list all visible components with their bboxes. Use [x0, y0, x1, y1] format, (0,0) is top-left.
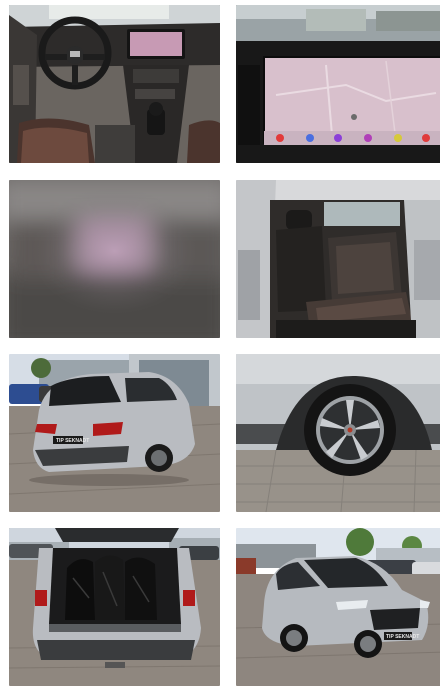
- photo-infotainment-screen[interactable]: [236, 5, 440, 163]
- rear-seats-image: [236, 180, 440, 338]
- rear-plate-text: TIP SEKNADT: [56, 438, 89, 444]
- rear-exterior-image: TIP SEKNADT: [9, 354, 220, 512]
- photo-open-trunk[interactable]: [9, 528, 220, 686]
- front-plate-text: TIP SEKNADT: [386, 634, 419, 640]
- photo-rear-seats[interactable]: [236, 180, 440, 338]
- interior-dashboard-image: [9, 5, 220, 163]
- photo-gallery: TIP SEKNADT TIP SEKNADT: [0, 0, 440, 686]
- infotainment-screen-image: [236, 5, 440, 163]
- blurred-photo-image: [9, 180, 220, 338]
- wheel-closeup-image: [236, 354, 440, 512]
- open-trunk-image: [9, 528, 220, 686]
- photo-blurred[interactable]: [9, 180, 220, 338]
- photo-interior-dashboard[interactable]: [9, 5, 220, 163]
- photo-front-exterior[interactable]: TIP SEKNADT: [236, 528, 440, 686]
- photo-rear-exterior[interactable]: TIP SEKNADT: [9, 354, 220, 512]
- photo-wheel-closeup[interactable]: [236, 354, 440, 512]
- front-exterior-image: TIP SEKNADT: [236, 528, 440, 686]
